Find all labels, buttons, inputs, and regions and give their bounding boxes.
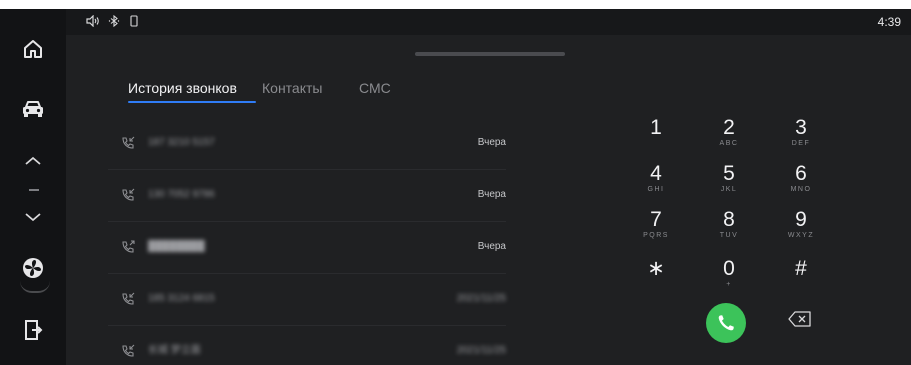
dialpad-key-6[interactable]: 6 MNO	[771, 163, 831, 205]
dialpad-key-7[interactable]: 7 PQRS	[626, 209, 686, 251]
incoming-call-icon	[122, 344, 135, 357]
call-number: ████████	[148, 241, 205, 252]
fan-level-arc	[20, 281, 50, 293]
dial-call-button[interactable]	[706, 303, 746, 343]
call-row[interactable]: ████████ Вчера	[108, 222, 506, 274]
fan-icon	[23, 258, 43, 278]
chevron-down-icon	[25, 213, 41, 222]
call-row[interactable]: 长城 梦立面 2021/11/25	[108, 326, 506, 365]
key-letters: DEF	[791, 140, 811, 147]
dialpad-key-9[interactable]: 9 WXYZ	[771, 209, 831, 251]
temperature-up-button[interactable]	[13, 141, 53, 181]
dialpad-key-5[interactable]: 5 JKL	[699, 163, 759, 205]
key-digit: #	[795, 257, 807, 280]
key-letters: TUV	[719, 232, 739, 239]
dialpad-key-hash[interactable]: #	[771, 258, 831, 300]
key-digit: 5	[723, 162, 735, 185]
key-letters: MNO	[790, 186, 812, 193]
temperature-down-button[interactable]	[13, 197, 53, 237]
dialpad-key-star[interactable]: ∗	[626, 258, 686, 300]
call-history-list: 187 3210 5157 Вчера 130 7052 9786 Вчера …	[108, 118, 506, 365]
call-row[interactable]: 187 3210 5157 Вчера	[108, 118, 506, 170]
key-digit: 4	[650, 162, 662, 185]
incoming-call-icon	[122, 188, 135, 201]
key-digit: 3	[795, 116, 807, 139]
exit-button[interactable]	[13, 310, 53, 350]
key-digit: 7	[650, 208, 662, 231]
home-icon	[24, 40, 42, 58]
exit-icon	[25, 320, 43, 340]
side-rail	[0, 9, 66, 365]
infotainment-screen: 4:39 История звонков Контакты СМС 187 32…	[0, 9, 911, 365]
incoming-call-icon	[122, 292, 135, 305]
car-icon	[23, 101, 43, 117]
dialpad-key-1[interactable]: 1	[626, 117, 686, 159]
key-digit: 0	[723, 257, 735, 280]
key-letters: JKL	[720, 186, 738, 193]
status-bar: 4:39	[66, 9, 911, 35]
chevron-up-icon	[25, 156, 41, 165]
bluetooth-icon	[108, 15, 120, 27]
key-digit: 1	[650, 116, 662, 139]
key-letters: ABC	[719, 140, 739, 147]
key-digit: 2	[723, 116, 735, 139]
call-number: 187 3210 5157	[148, 137, 215, 148]
call-date: Вчера	[477, 241, 506, 252]
key-letters: PQRS	[643, 232, 669, 239]
dialpad-key-2[interactable]: 2 ABC	[699, 117, 759, 159]
clock: 4:39	[877, 15, 901, 29]
phone-panel: История звонков Контакты СМС 187 3210 51…	[66, 35, 911, 365]
call-date: 2021/11/25	[456, 293, 506, 304]
outgoing-call-icon	[122, 240, 135, 253]
dialpad-key-4[interactable]: 4 GHI	[626, 163, 686, 205]
dialpad-key-3[interactable]: 3 DEF	[771, 117, 831, 159]
key-letters: GHI	[647, 186, 665, 193]
phone-outline-icon	[130, 15, 138, 27]
dialpad-key-0[interactable]: 0 +	[699, 258, 759, 300]
key-digit: 8	[723, 208, 735, 231]
call-number: 130 7052 9786	[148, 189, 215, 200]
tab-contacts[interactable]: Контакты	[262, 79, 322, 97]
backspace-button[interactable]	[788, 311, 812, 327]
call-date: 2021/11/25	[456, 345, 506, 356]
call-row[interactable]: 185 3124 6815 2021/11/25	[108, 274, 506, 326]
temperature-value	[29, 189, 39, 191]
panel-drag-handle[interactable]	[415, 52, 565, 56]
key-digit: ∗	[647, 257, 665, 280]
call-number: 长城 梦立面	[148, 345, 201, 356]
call-number: 185 3124 6815	[148, 293, 215, 304]
call-date: Вчера	[477, 189, 506, 200]
vehicle-button[interactable]	[13, 89, 53, 129]
call-row[interactable]: 130 7052 9786 Вчера	[108, 170, 506, 222]
call-date: Вчера	[477, 137, 506, 148]
active-tab-indicator	[128, 101, 256, 103]
phone-handset-icon	[718, 315, 734, 331]
home-button[interactable]	[13, 29, 53, 69]
incoming-call-icon	[122, 136, 135, 149]
key-letters: WXYZ	[787, 232, 815, 239]
tab-sms[interactable]: СМС	[359, 79, 391, 97]
key-digit: 6	[795, 162, 807, 185]
speaker-volume-icon	[86, 15, 99, 27]
key-digit: 9	[795, 208, 807, 231]
key-letters: +	[726, 281, 732, 288]
dialpad-key-8[interactable]: 8 TUV	[699, 209, 759, 251]
tab-call-history[interactable]: История звонков	[128, 79, 237, 97]
